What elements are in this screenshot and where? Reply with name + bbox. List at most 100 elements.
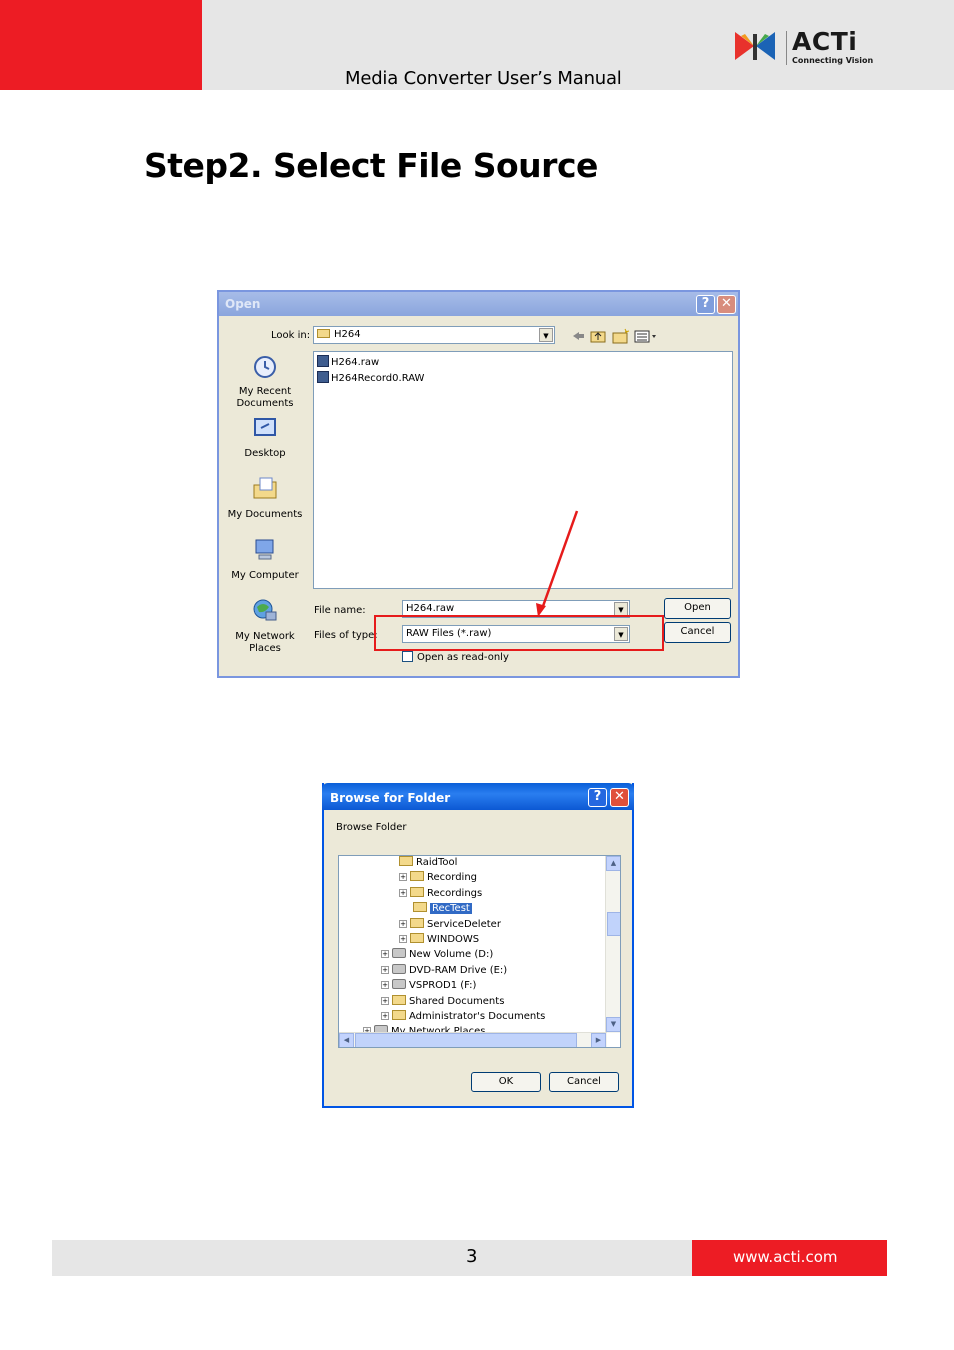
tree-item-label: Administrator's Documents <box>409 1011 546 1022</box>
expand-icon[interactable]: + <box>399 873 407 881</box>
help-button[interactable]: ? <box>696 295 715 314</box>
place-desktop[interactable]: Desktop <box>225 414 305 460</box>
browse-instruction: Browse Folder <box>336 822 407 833</box>
folder-tree[interactable]: RaidTool + Recording + Recordings RecTest … <box>338 855 621 1048</box>
tree-item-selected[interactable]: RecTest <box>413 902 472 916</box>
ok-button[interactable]: OK <box>471 1072 541 1092</box>
expand-icon[interactable]: + <box>399 935 407 943</box>
vertical-scrollbar[interactable]: ▲ ▼ <box>605 856 620 1033</box>
tree-item[interactable]: + WINDOWS <box>399 933 479 947</box>
desktop-icon <box>254 418 276 436</box>
open-dialog-title: Open <box>225 297 261 311</box>
tree-item[interactable]: RaidTool <box>399 856 457 870</box>
file-name-value: H264.raw <box>406 603 455 614</box>
place-my-network-places[interactable]: My Network Places <box>225 597 305 655</box>
place-label: My Network Places <box>235 631 295 654</box>
toolbar-icons[interactable] <box>571 328 661 344</box>
tree-item-label: New Volume (D:) <box>409 949 494 960</box>
tree-item[interactable]: + DVD-RAM Drive (E:) <box>381 964 507 978</box>
open-button[interactable]: Open <box>664 598 731 619</box>
read-only-label: Open as read-only <box>417 652 509 663</box>
folder-icon <box>392 995 406 1005</box>
tree-item-label: ServiceDeleter <box>427 919 501 930</box>
folder-icon <box>410 933 424 943</box>
my-computer-icon <box>255 539 274 560</box>
tree-item[interactable]: + Shared Documents <box>381 995 504 1009</box>
acti-logo: ACTi Connecting Vision <box>733 28 873 68</box>
browse-dialog-titlebar: Browse for Folder ? ✕ <box>322 783 634 810</box>
scroll-down-icon[interactable]: ▼ <box>606 1017 620 1032</box>
expand-icon[interactable]: + <box>381 997 389 1005</box>
folder-icon <box>410 918 424 928</box>
footer-band <box>52 1240 692 1276</box>
tree-item-label: WINDOWS <box>427 934 480 945</box>
up-folder-icon <box>590 331 606 343</box>
tree-item[interactable]: + ServiceDeleter <box>399 918 501 932</box>
cancel-button[interactable]: Cancel <box>549 1072 619 1092</box>
expand-icon[interactable]: + <box>381 966 389 974</box>
page-number: 3 <box>466 1246 478 1267</box>
expand-icon[interactable]: + <box>381 950 389 958</box>
tree-item-label: Shared Documents <box>409 996 505 1007</box>
file-list[interactable]: H264.raw H264Record0.RAW <box>313 351 733 589</box>
logo-tagline: Connecting Vision <box>792 56 874 65</box>
network-places-icon <box>253 599 277 621</box>
chevron-down-icon[interactable]: ▼ <box>539 328 553 342</box>
expand-icon[interactable]: + <box>399 920 407 928</box>
red-arrow-icon <box>536 510 579 617</box>
place-label: My Recent Documents <box>236 386 294 409</box>
tree-item[interactable]: + Administrator's Documents <box>381 1010 545 1024</box>
chevron-down-icon[interactable]: ▼ <box>614 602 628 616</box>
scroll-up-icon[interactable]: ▲ <box>606 856 620 871</box>
file-item[interactable]: H264Record0.RAW <box>317 371 424 384</box>
scroll-thumb[interactable] <box>607 912 620 936</box>
file-item[interactable]: H264.raw <box>317 355 379 368</box>
place-my-documents[interactable]: My Documents <box>225 475 305 521</box>
logo-wordmark: ACTi <box>792 27 858 56</box>
tree-item-label: DVD-RAM Drive (E:) <box>409 965 508 976</box>
tree-item[interactable]: + VSPROD1 (F:) <box>381 979 476 993</box>
view-menu-icon <box>634 330 656 343</box>
close-button[interactable]: ✕ <box>717 295 736 314</box>
my-documents-icon <box>253 477 277 499</box>
tree-item[interactable]: + New Volume (D:) <box>381 948 493 962</box>
scroll-right-icon[interactable]: ▶ <box>591 1033 606 1047</box>
place-label: My Computer <box>231 570 299 581</box>
tree-item[interactable]: + Recordings <box>399 887 482 901</box>
expand-icon[interactable]: + <box>399 889 407 897</box>
look-in-value: H264 <box>334 329 361 340</box>
cancel-button[interactable]: Cancel <box>664 622 731 643</box>
help-button[interactable]: ? <box>588 788 607 807</box>
tree-item[interactable]: + Recording <box>399 871 477 885</box>
scroll-thumb[interactable] <box>355 1033 577 1047</box>
scroll-left-icon[interactable]: ◀ <box>339 1033 354 1047</box>
expand-icon[interactable]: + <box>381 1012 389 1020</box>
expand-icon[interactable]: + <box>381 981 389 989</box>
close-button[interactable]: ✕ <box>610 788 629 807</box>
file-name-label: File name: <box>314 605 366 616</box>
recent-documents-icon <box>254 356 276 378</box>
media-file-icon <box>317 371 329 383</box>
browse-folder-dialog: Browse for Folder ? ✕ Browse Folder Raid… <box>322 783 634 1108</box>
tree-item-label: RecTest <box>430 903 472 914</box>
folder-icon <box>413 902 427 912</box>
read-only-checkbox[interactable]: Open as read-only <box>402 651 509 663</box>
manual-title: Media Converter User’s Manual <box>345 68 622 89</box>
place-my-computer[interactable]: My Computer <box>225 536 305 582</box>
horizontal-scrollbar[interactable]: ◀ ▶ <box>339 1032 607 1047</box>
media-file-icon <box>317 355 329 367</box>
place-my-recent-documents[interactable]: My Recent Documents <box>225 352 305 410</box>
folder-icon <box>410 887 424 897</box>
tree-item-label: Recording <box>427 872 478 883</box>
place-label: My Documents <box>227 509 303 520</box>
look-in-select[interactable]: H264 ▼ <box>313 326 555 344</box>
browse-dialog-title: Browse for Folder <box>330 791 451 805</box>
butterfly-logo-icon <box>735 32 775 60</box>
folder-icon <box>399 856 413 866</box>
website-link[interactable]: www.acti.com <box>733 1248 838 1266</box>
network-drive-icon <box>392 979 406 989</box>
logo-separator <box>786 31 787 65</box>
dvd-drive-icon <box>392 964 406 974</box>
file-type-label: Files of type: <box>314 630 378 641</box>
checkbox-icon <box>402 651 413 662</box>
